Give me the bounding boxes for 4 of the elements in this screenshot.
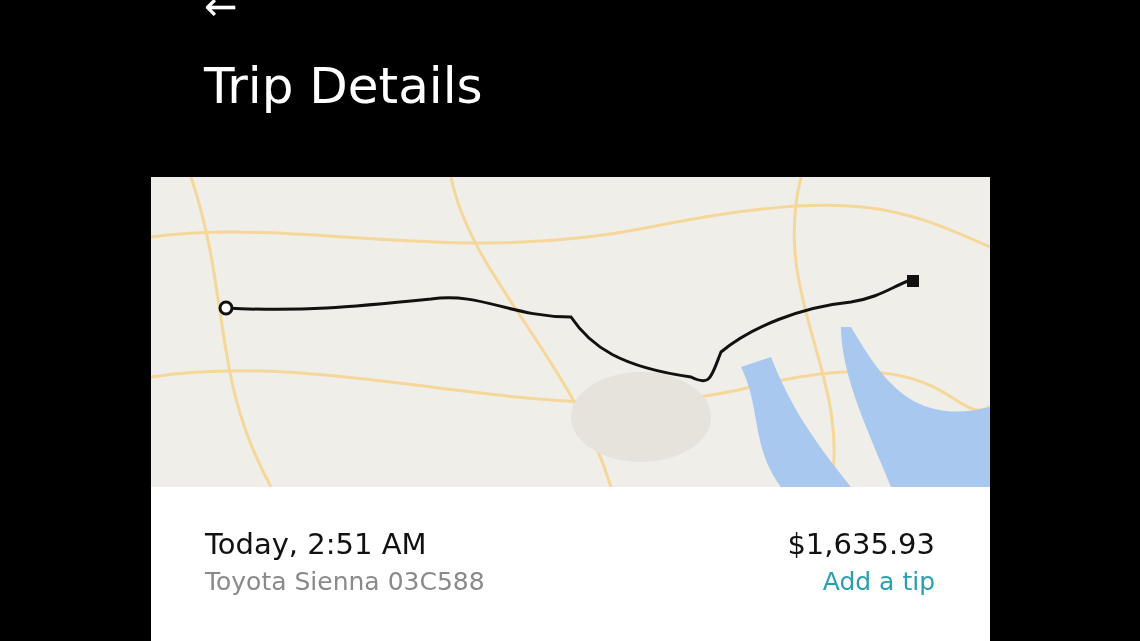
- vehicle-name: Toyota Sienna 03C588: [205, 567, 485, 597]
- trip-fare: $1,635.93: [787, 527, 935, 561]
- trip-time: Today, 2:51 AM: [205, 527, 428, 561]
- page-title: Trip Details: [204, 56, 484, 116]
